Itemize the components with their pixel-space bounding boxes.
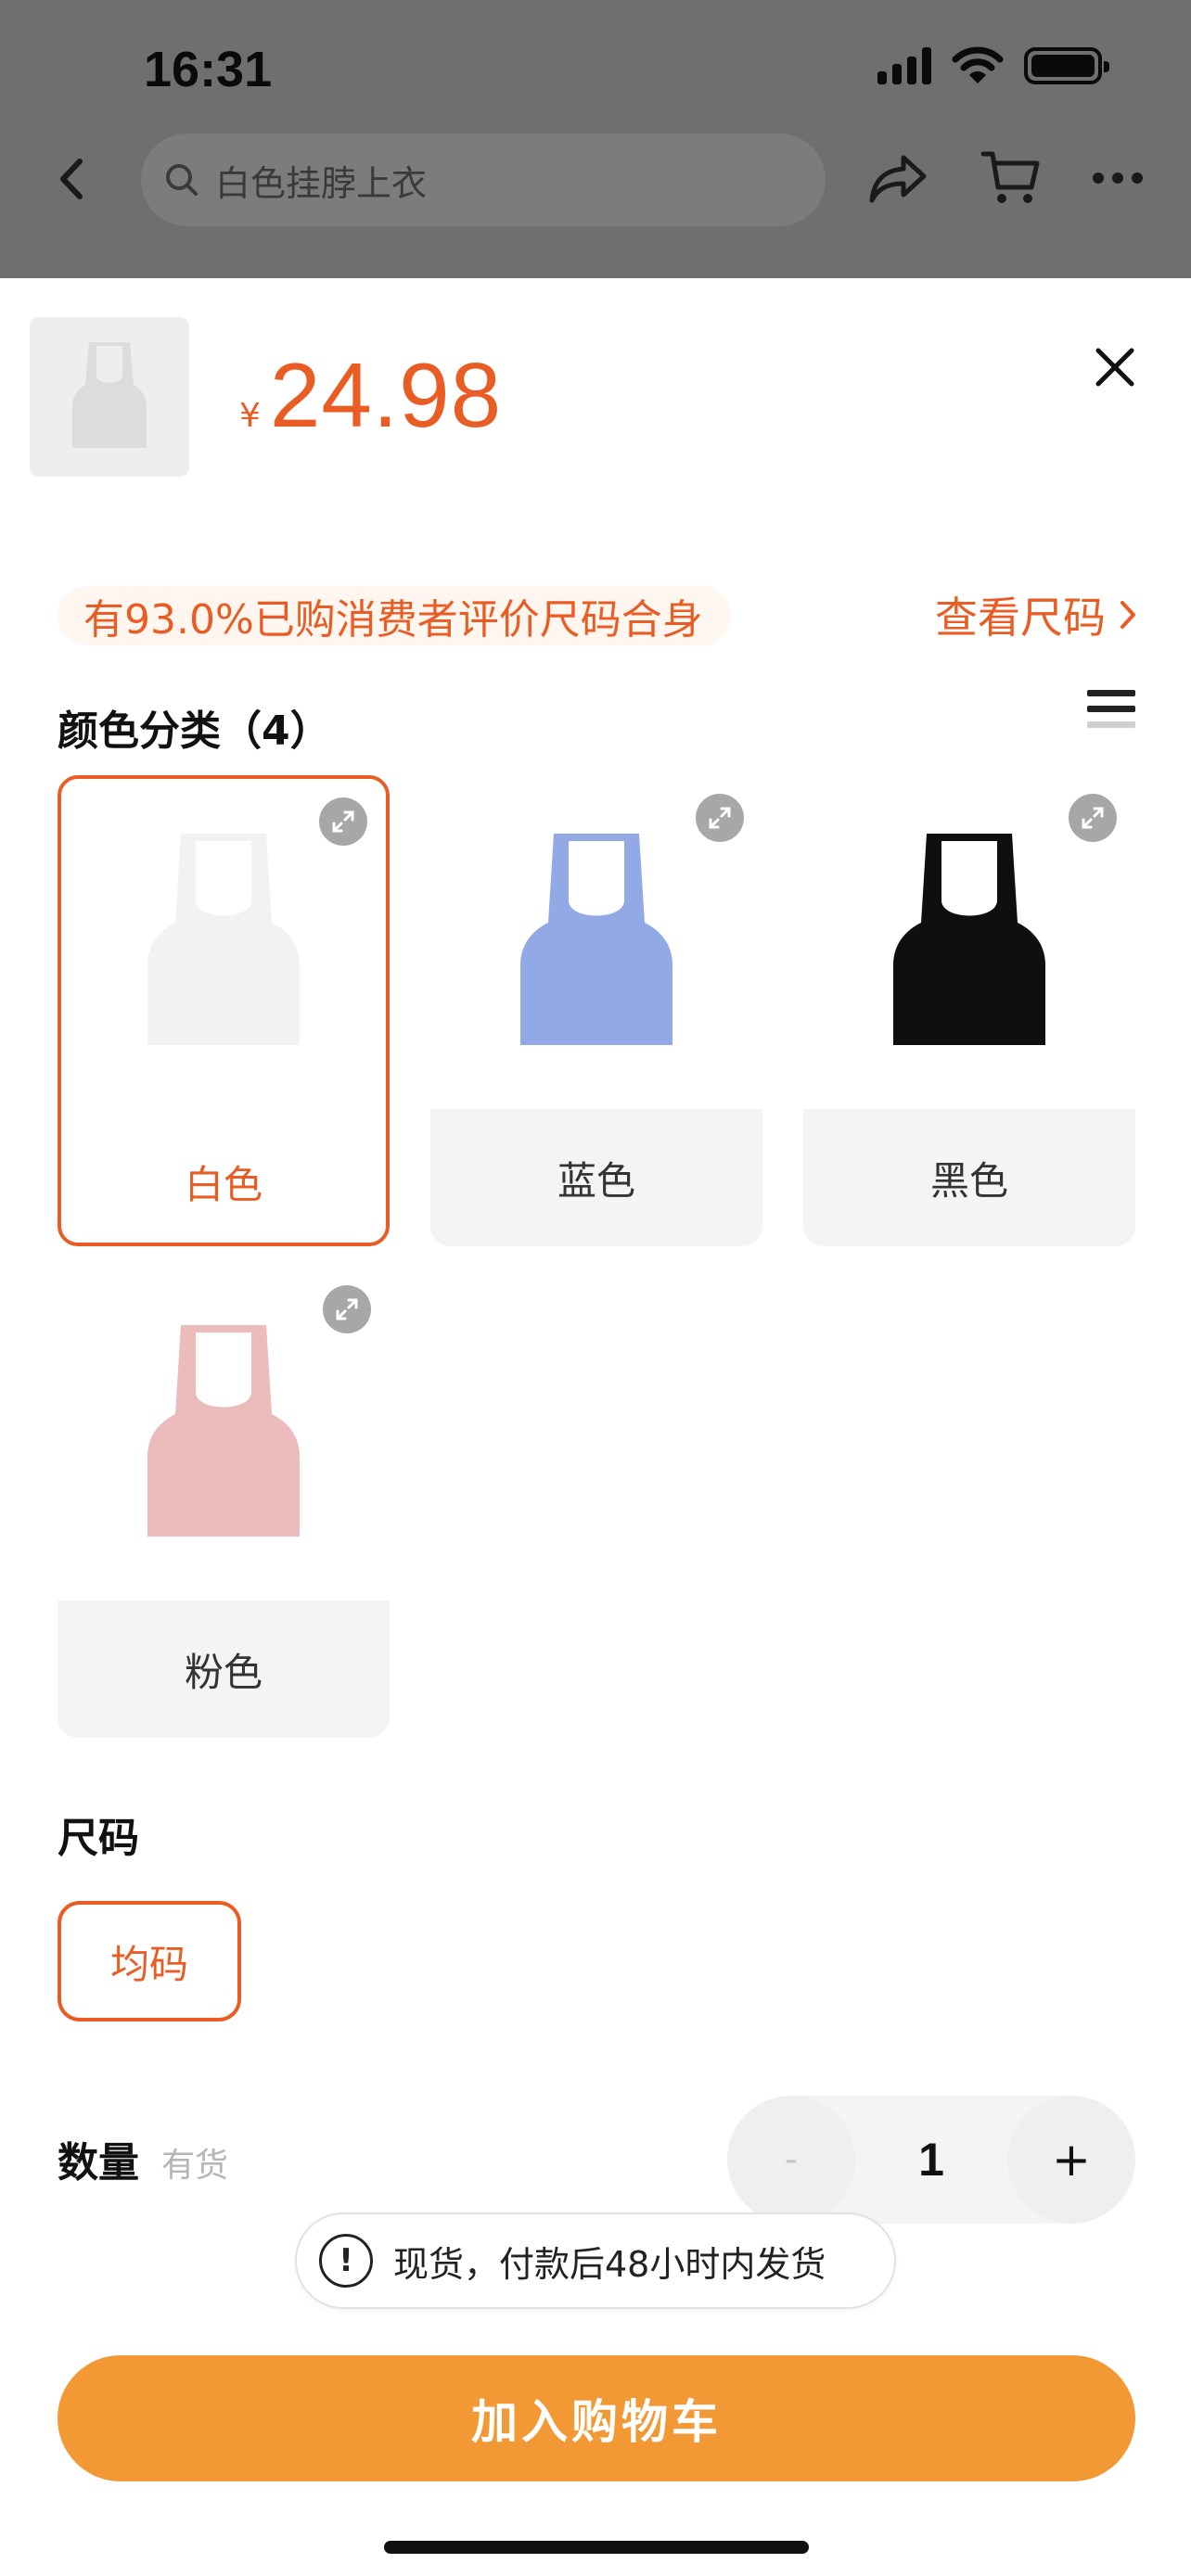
sku-selection-sheet: ¥ 24.98 有93.0%已购消费者评价尺码合身 查看尺码 颜色分类（4） 白… — [0, 278, 1191, 2576]
halter-top-thumbnail-image — [72, 342, 147, 448]
color-section-title: 颜色分类（4） — [58, 708, 331, 755]
color-option-label: 粉色 — [184, 1649, 263, 1695]
add-to-cart-button[interactable]: 加入购物车 — [58, 2355, 1135, 2481]
price-value: 24.98 — [269, 344, 503, 446]
shipping-notice: ! 现货，付款后48小时内发货 — [295, 2213, 896, 2309]
expand-image-icon[interactable] — [696, 794, 744, 842]
size-chart-link[interactable]: 查看尺码 — [935, 584, 1137, 645]
battery-icon — [1024, 47, 1109, 84]
quantity-stepper: - 1 + — [727, 2096, 1135, 2224]
status-bar: 16:31 — [0, 0, 1191, 139]
quantity-value[interactable]: 1 — [855, 2096, 1007, 2224]
top-nav-bar: 白色挂脖上衣 — [0, 130, 1191, 232]
currency-symbol: ¥ — [239, 397, 261, 435]
cellular-signal-icon — [877, 47, 931, 84]
stock-status: 有货 — [161, 2147, 229, 2185]
color-option-black[interactable]: 黑色 — [803, 775, 1135, 1246]
home-indicator — [384, 2541, 809, 2554]
search-icon — [166, 164, 198, 196]
fit-rating-badge: 有93.0%已购消费者评价尺码合身 — [58, 586, 731, 645]
increase-quantity-button[interactable]: + — [1007, 2096, 1135, 2224]
color-option-label: 蓝色 — [557, 1157, 635, 1204]
shipping-notice-text: 现货，付款后48小时内发货 — [393, 2243, 826, 2285]
price: ¥ 24.98 — [239, 343, 502, 448]
info-exclamation-icon: ! — [319, 2234, 373, 2288]
halter-top-pink-image — [147, 1325, 300, 1537]
expand-image-icon[interactable] — [319, 797, 367, 846]
list-view-toggle-icon[interactable] — [1087, 690, 1135, 728]
size-section-title: 尺码 — [58, 1815, 139, 1862]
size-chart-label: 查看尺码 — [935, 593, 1106, 643]
search-query: 白色挂脖上衣 — [215, 162, 428, 204]
close-icon[interactable] — [1093, 345, 1137, 389]
color-option-pink[interactable]: 粉色 — [58, 1267, 390, 1738]
cart-icon[interactable] — [980, 147, 1041, 208]
status-time: 16:31 — [144, 42, 273, 97]
quantity-title: 数量 — [58, 2139, 139, 2187]
expand-image-icon[interactable] — [323, 1285, 371, 1333]
more-options-icon[interactable] — [1093, 172, 1143, 184]
color-option-label: 黑色 — [929, 1157, 1008, 1204]
color-option-blue[interactable]: 蓝色 — [430, 775, 762, 1246]
color-option-label: 白色 — [184, 1161, 263, 1207]
quantity-label: 数量 有货 — [58, 2129, 228, 2188]
product-thumbnail[interactable] — [30, 317, 189, 477]
decrease-quantity-button[interactable]: - — [727, 2096, 855, 2224]
expand-image-icon[interactable] — [1069, 794, 1117, 842]
search-bar[interactable]: 白色挂脖上衣 — [141, 134, 826, 226]
halter-top-black-image — [893, 834, 1045, 1045]
chevron-right-icon — [1121, 601, 1135, 629]
color-option-white[interactable]: 白色 — [58, 775, 390, 1246]
share-icon[interactable] — [868, 150, 929, 206]
back-arrow-icon[interactable] — [54, 156, 91, 202]
status-icons — [877, 46, 1109, 85]
wifi-icon — [952, 46, 1004, 83]
size-option-one-size[interactable]: 均码 — [58, 1901, 241, 2021]
halter-top-white-image — [147, 834, 300, 1045]
halter-top-blue-image — [520, 834, 672, 1045]
